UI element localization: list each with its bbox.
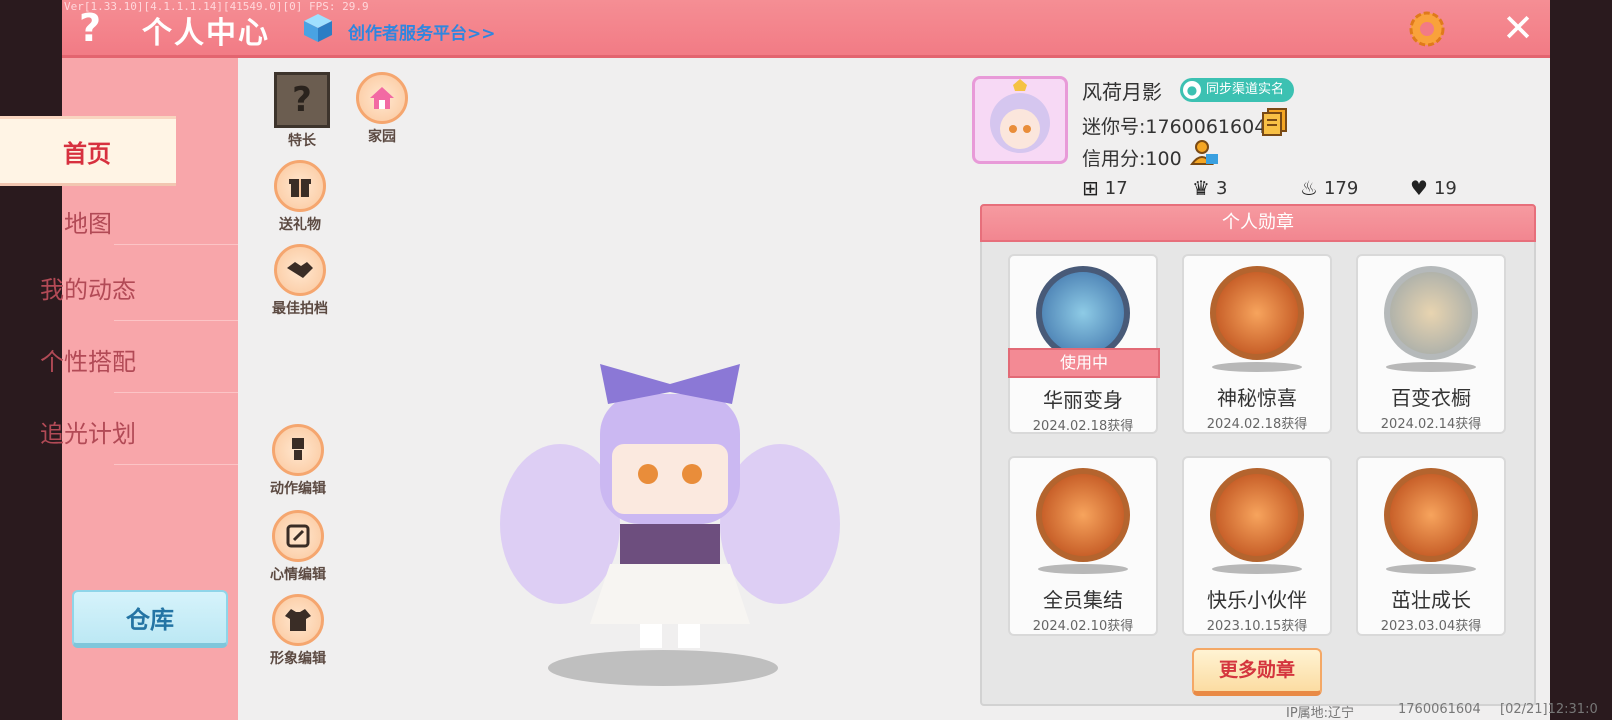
badge-card[interactable]: 百变衣橱 2024.02.14获得 [1356, 254, 1506, 434]
look-edit-button[interactable]: 形象编辑 [262, 594, 334, 668]
creator-cube-icon[interactable] [302, 12, 334, 44]
sidebar-item-plan[interactable]: 追光计划 [0, 396, 176, 466]
badge-card[interactable]: 茁壮成长 2023.03.04获得 [1356, 456, 1506, 636]
action-edit-button[interactable]: 动作编辑 [262, 424, 334, 498]
edit-icon [272, 510, 324, 562]
home-label: 家园 [368, 129, 396, 145]
badge-medal-icon [1210, 468, 1304, 562]
badge-medal-icon [1384, 468, 1478, 562]
heart-icon: ♥ [1410, 176, 1428, 200]
badge-medal-icon [1210, 266, 1304, 360]
partner-button[interactable]: 最佳拍档 [264, 244, 336, 318]
warehouse-button[interactable]: 仓库 [72, 590, 228, 648]
badge-card[interactable]: 使用中 华丽变身 2024.02.18获得 [1008, 254, 1160, 434]
gift-icon [274, 160, 326, 212]
mood-edit-label: 心情编辑 [270, 567, 326, 583]
user-name: 风荷月影 [1082, 80, 1162, 104]
stat-likes-value: 19 [1433, 177, 1457, 199]
footer-time: [02/21]12:31:0 [1500, 702, 1598, 717]
badge-date: 2024.02.10获得 [1032, 619, 1134, 634]
page-title: 个人中心 [142, 16, 270, 51]
credit-score: 信用分:100 [1082, 148, 1182, 170]
badge-date: 2024.02.14获得 [1380, 417, 1482, 432]
more-badges-button[interactable]: 更多勋章 [1192, 648, 1322, 696]
close-icon[interactable]: ✕ [1498, 8, 1538, 48]
trophy-person-icon: ♛ [1192, 176, 1210, 200]
stat-add[interactable]: ⊞ 17 [1082, 176, 1128, 200]
mood-edit-button[interactable]: 心情编辑 [262, 510, 334, 584]
handshake-icon [274, 244, 326, 296]
footer-uid: 1760061604 [1398, 702, 1481, 717]
badge-card[interactable]: 快乐小伙伴 2023.10.15获得 [1182, 456, 1332, 636]
badge-date: 2024.02.18获得 [1206, 417, 1308, 432]
divider [114, 320, 238, 321]
gear-icon[interactable] [1406, 8, 1448, 50]
badge-name: 快乐小伙伴 [1207, 588, 1307, 612]
sidebar-item-map[interactable]: 地图 [0, 186, 176, 256]
badge-card[interactable]: 全员集结 2024.02.10获得 [1008, 456, 1158, 636]
help-icon[interactable]: ? [70, 8, 110, 48]
medal-shadow [1386, 564, 1476, 574]
stat-fans-value: 3 [1215, 177, 1228, 199]
badges-title: 个人勋章 [980, 204, 1536, 242]
stat-heat-value: 179 [1323, 177, 1359, 199]
badge-medal-icon [1036, 266, 1130, 360]
sidebar-item-home[interactable]: 首页 [0, 116, 176, 186]
question-box-icon: ? [274, 72, 330, 128]
divider [114, 392, 238, 393]
ip-location: IP属地:辽宁 [1286, 706, 1355, 720]
house-icon [356, 72, 408, 124]
outfit-icon [272, 594, 324, 646]
medal-shadow [1386, 362, 1476, 372]
badge-date: 2023.03.04获得 [1380, 619, 1482, 634]
badge-name: 百变衣橱 [1391, 386, 1471, 410]
badge-name: 华丽变身 [1043, 388, 1123, 412]
avatar[interactable] [972, 76, 1068, 164]
home-button[interactable]: 家园 [346, 72, 418, 146]
medal-shadow [1212, 362, 1302, 372]
badge-date: 2024.02.18获得 [1032, 419, 1134, 434]
character-model[interactable] [500, 344, 840, 664]
look-edit-label: 形象编辑 [270, 651, 326, 667]
badge-medal-icon [1384, 266, 1478, 360]
sidebar-item-style[interactable]: 个性搭配 [0, 324, 176, 394]
gift-button[interactable]: 送礼物 [264, 160, 336, 234]
realname-badge: ● 同步渠道实名 [1180, 78, 1295, 102]
copy-icon[interactable] [1262, 108, 1288, 136]
stat-add-value: 17 [1104, 177, 1128, 199]
divider [114, 464, 238, 465]
partner-label: 最佳拍档 [272, 301, 328, 317]
badge-date: 2023.10.15获得 [1206, 619, 1308, 634]
medal-shadow [1038, 564, 1128, 574]
medal-shadow [1212, 564, 1302, 574]
badge-name: 全员集结 [1043, 588, 1123, 612]
specialty-label: 特长 [288, 133, 316, 149]
badge-card[interactable]: 神秘惊喜 2024.02.18获得 [1182, 254, 1332, 434]
figure-icon [272, 424, 324, 476]
divider [114, 244, 238, 245]
flame-icon: ♨ [1300, 176, 1318, 200]
badge-name: 神秘惊喜 [1217, 386, 1297, 410]
mini-id: 迷你号:1760061604 [1082, 116, 1267, 138]
stat-likes[interactable]: ♥ 19 [1410, 176, 1457, 200]
sidebar-item-feed[interactable]: 我的动态 [0, 252, 176, 322]
in-use-tag: 使用中 [1008, 348, 1160, 378]
stat-heat[interactable]: ♨ 179 [1300, 176, 1358, 200]
gift-label: 送礼物 [279, 217, 321, 233]
stat-fans[interactable]: ♛ 3 [1192, 176, 1227, 200]
action-edit-label: 动作编辑 [270, 481, 326, 497]
badge-medal-icon [1036, 468, 1130, 562]
specialty-button[interactable]: ? 特长 [266, 72, 338, 150]
realname-label: 同步渠道实名 [1206, 82, 1285, 97]
plus-square-icon: ⊞ [1082, 176, 1099, 200]
creator-platform-link[interactable]: 创作者服务平台>> [348, 19, 496, 44]
credit-info-icon[interactable] [1190, 138, 1220, 168]
person-icon: ● [1183, 81, 1201, 99]
badge-name: 茁壮成长 [1391, 588, 1471, 612]
